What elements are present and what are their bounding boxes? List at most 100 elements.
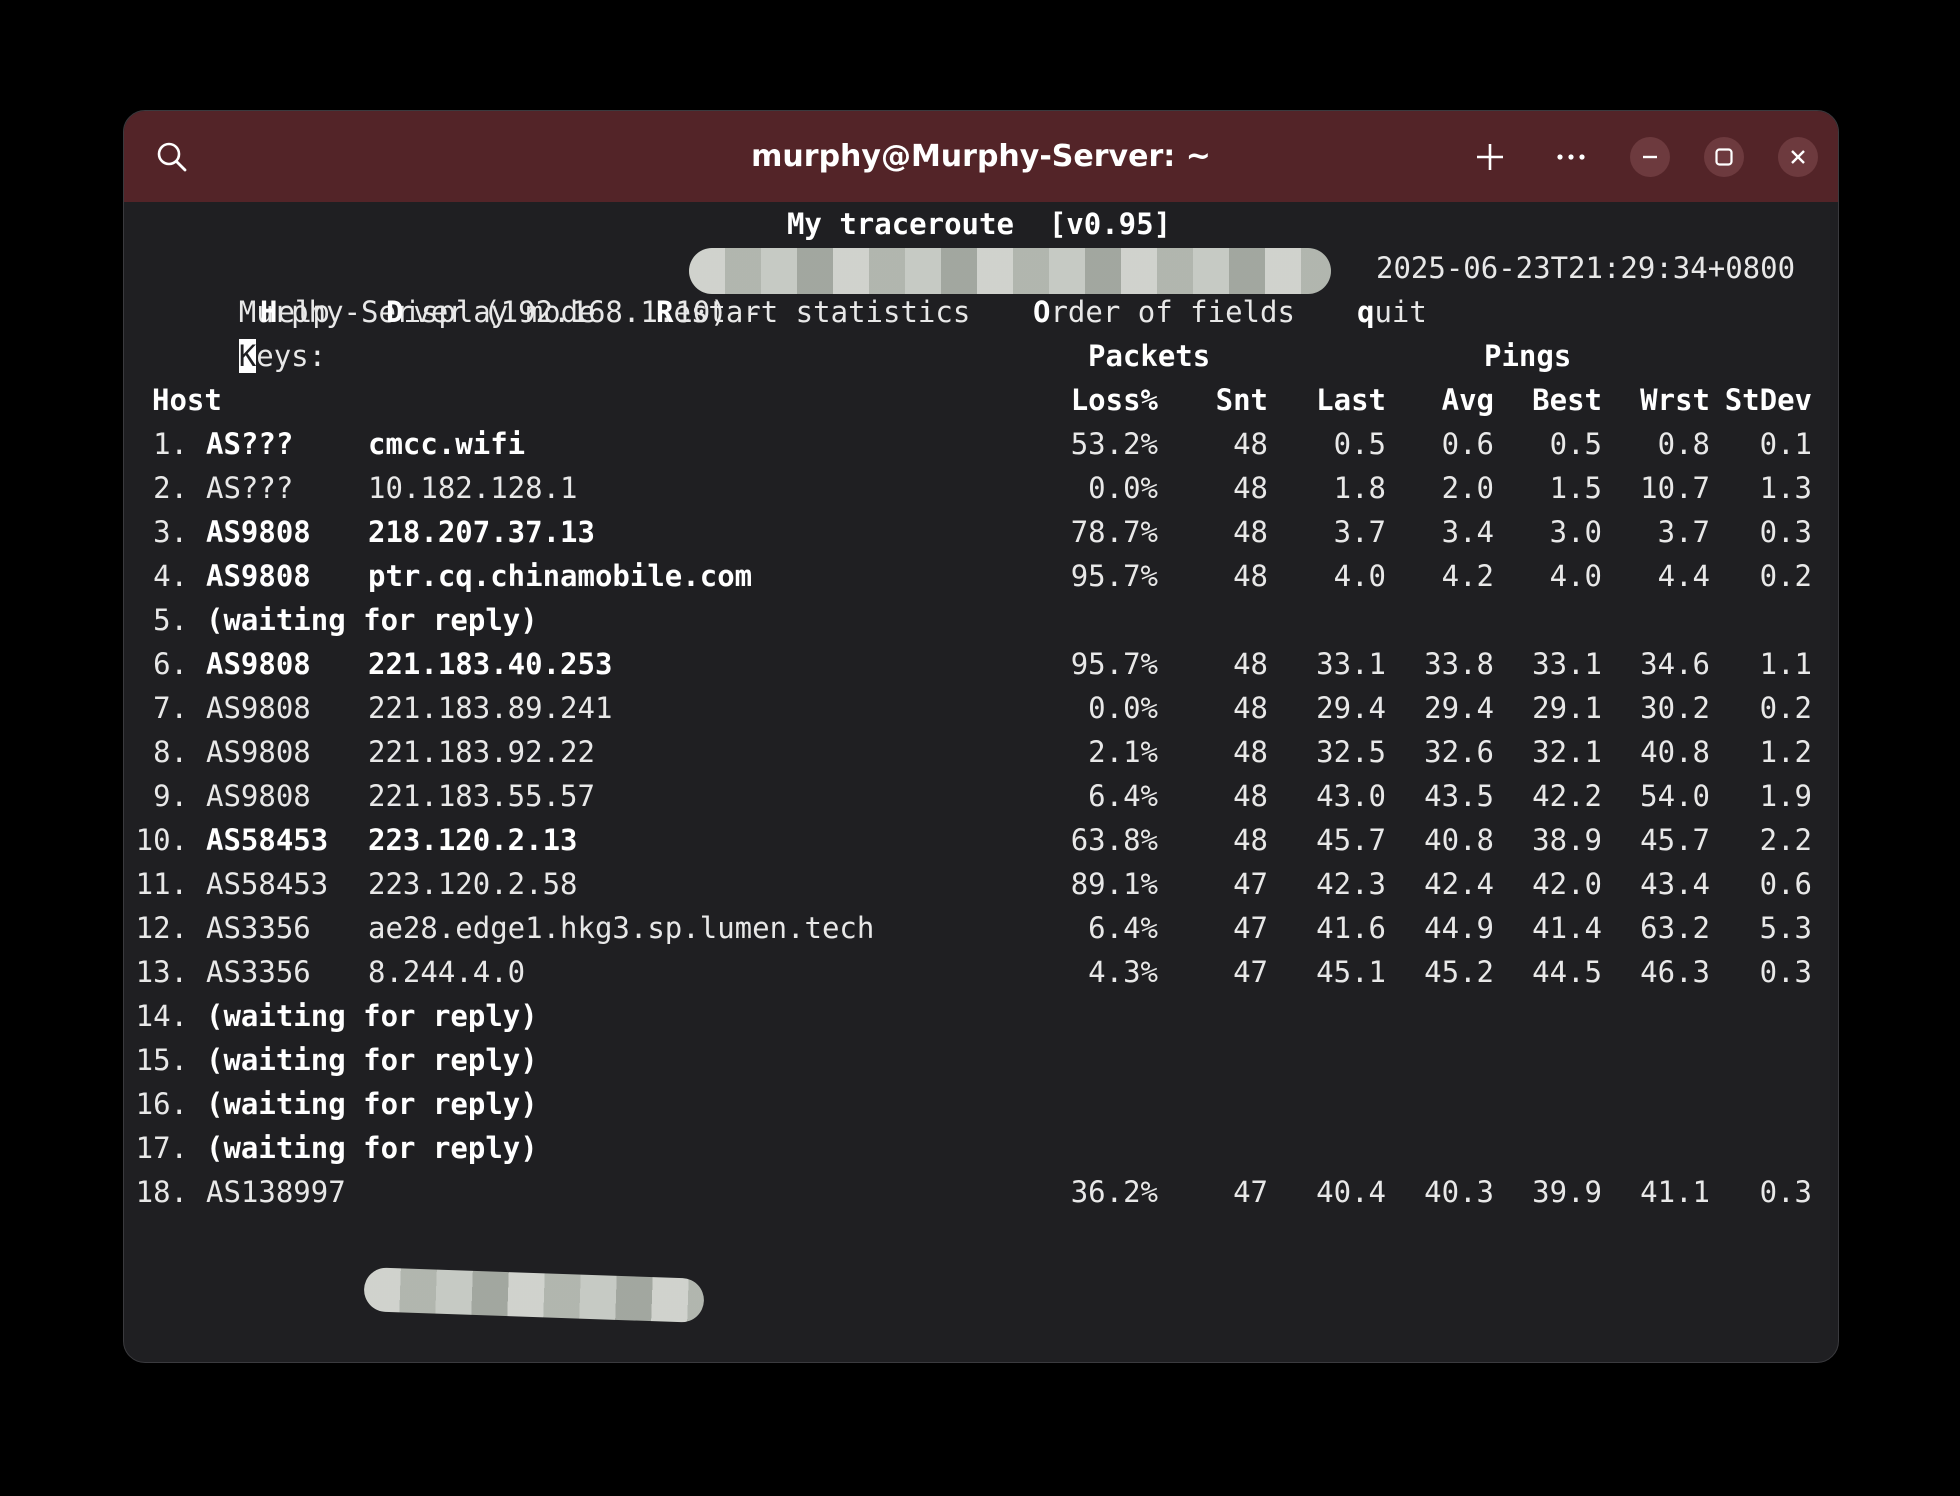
- hop-avg: 3.4: [1441, 515, 1494, 549]
- hop-stdev: 0.3: [1759, 515, 1812, 549]
- hop-stdev: 0.1: [1759, 427, 1812, 461]
- hop-wrst: 30.2: [1640, 691, 1710, 725]
- key-restart-statistics[interactable]: Restart statistics: [656, 290, 970, 334]
- hop-last: 42.3: [1316, 867, 1386, 901]
- hop-stdev: 0.3: [1759, 955, 1812, 989]
- hop-avg: 45.2: [1424, 955, 1494, 989]
- waiting-reply: (waiting for reply): [206, 999, 538, 1033]
- table-row: 14. (waiting for reply): [134, 994, 1834, 1038]
- hop-number: 5.: [153, 603, 188, 637]
- hop-number: 1.: [153, 427, 188, 461]
- hop-number: 9.: [153, 779, 188, 813]
- hop-last: 33.1: [1316, 647, 1386, 681]
- hop-best: 33.1: [1532, 647, 1602, 681]
- search-icon[interactable]: [142, 111, 202, 202]
- col-snt: Snt: [1215, 383, 1268, 417]
- hop-loss: 53.2%: [1070, 427, 1158, 461]
- hop-loss: 0.0%: [1088, 471, 1158, 505]
- plus-icon[interactable]: [1460, 111, 1520, 202]
- hop-loss: 95.7%: [1070, 647, 1158, 681]
- hop-stdev: 1.1: [1759, 647, 1812, 681]
- hop-snt: 48: [1233, 779, 1268, 813]
- key-quit[interactable]: quit: [1357, 290, 1427, 334]
- hop-wrst: 4.4: [1657, 559, 1710, 593]
- table-row: 10. AS58453 223.120.2.13 63.8% 48 45.7 40.8 38.…: [134, 818, 1834, 862]
- hop-avg: 44.9: [1424, 911, 1494, 945]
- hop-last: 0.5: [1333, 427, 1386, 461]
- timestamp: 2025-06-23T21:29:34+0800: [1376, 251, 1796, 285]
- maximize-icon[interactable]: [1694, 111, 1754, 202]
- close-icon[interactable]: [1768, 111, 1828, 202]
- table-row: 13. AS3356 8.244.4.0 4.3% 47 45.1 45.2 44.5 46.3…: [134, 950, 1834, 994]
- hop-avg: 0.6: [1441, 427, 1494, 461]
- hop-number: 6.: [153, 647, 188, 681]
- hop-avg: 4.2: [1441, 559, 1494, 593]
- hop-last: 1.8: [1333, 471, 1386, 505]
- hop-number: 13.: [135, 955, 188, 989]
- table-row: 1. AS??? cmcc.wifi 53.2% 48 0.5 0.6 0.5 0.8 0.1: [134, 422, 1834, 466]
- hop-asn: AS9808: [206, 515, 311, 549]
- more-icon[interactable]: [1541, 111, 1601, 202]
- hop-number: 17.: [135, 1131, 188, 1165]
- hop-asn: AS3356: [206, 955, 311, 989]
- table-row: 17. (waiting for reply): [134, 1126, 1834, 1170]
- hop-stdev: 0.2: [1759, 559, 1812, 593]
- col-stdev: StDev: [1724, 383, 1812, 417]
- hop-host: 221.183.55.57: [368, 779, 595, 813]
- hop-wrst: 41.1: [1640, 1175, 1710, 1209]
- key-help[interactable]: Help: [260, 290, 330, 334]
- group-packets: Packets: [1088, 339, 1211, 373]
- hop-number: 12.: [135, 911, 188, 945]
- table-row: 6. AS9808 221.183.40.253 95.7% 48 33.1 33.8 33.…: [134, 642, 1834, 686]
- hop-number: 2.: [153, 471, 188, 505]
- hop-snt: 48: [1233, 823, 1268, 857]
- hop-wrst: 45.7: [1640, 823, 1710, 857]
- table-row: 15. (waiting for reply): [134, 1038, 1834, 1082]
- table-row: 18. AS138997 36.2% 47 40.4 40.3 39.9 41.1 0.3: [134, 1170, 1834, 1214]
- hop-avg: 29.4: [1424, 691, 1494, 725]
- hop-number: 10.: [135, 823, 188, 857]
- col-best: Best: [1532, 383, 1602, 417]
- hop-host: ae28.edge1.hkg3.sp.lumen.tech: [368, 911, 875, 945]
- hop-wrst: 43.4: [1640, 867, 1710, 901]
- key-display-mode[interactable]: Display mode: [386, 290, 596, 334]
- hop-avg: 43.5: [1424, 779, 1494, 813]
- hop-loss: 89.1%: [1070, 867, 1158, 901]
- terminal-content[interactable]: My traceroute [v0.95] Murphy-Server (192…: [134, 202, 1838, 1362]
- hop-number: 4.: [153, 559, 188, 593]
- hop-number: 11.: [135, 867, 188, 901]
- hop-best: 32.1: [1532, 735, 1602, 769]
- hop-avg: 40.3: [1424, 1175, 1494, 1209]
- hop-number: 15.: [135, 1043, 188, 1077]
- hop-host: 218.207.37.13: [368, 515, 595, 549]
- table-row: 3. AS9808 218.207.37.13 78.7% 48 3.7 3.4 3.0 3.7…: [134, 510, 1834, 554]
- hop-avg: 2.0: [1441, 471, 1494, 505]
- table-row: 9. AS9808 221.183.55.57 6.4% 48 43.0 43.5 42.2 5…: [134, 774, 1834, 818]
- key-order-of-fields[interactable]: Order of fields: [1033, 290, 1295, 334]
- hop-best: 3.0: [1549, 515, 1602, 549]
- hop-snt: 47: [1233, 955, 1268, 989]
- column-headers: Host Loss% Snt Last Avg Best Wrst StDev: [134, 378, 1834, 422]
- hop-asn: AS58453: [206, 867, 329, 901]
- hop-best: 44.5: [1532, 955, 1602, 989]
- hop-stdev: 1.2: [1759, 735, 1812, 769]
- hop-snt: 48: [1233, 647, 1268, 681]
- hop-number: 14.: [135, 999, 188, 1033]
- hop-avg: 32.6: [1424, 735, 1494, 769]
- hop-host: 221.183.40.253: [368, 647, 613, 681]
- hop-stdev: 2.2: [1759, 823, 1812, 857]
- hop-snt: 48: [1233, 559, 1268, 593]
- hop-wrst: 10.7: [1640, 471, 1710, 505]
- hop-asn: AS9808: [206, 691, 311, 725]
- waiting-reply: (waiting for reply): [206, 603, 538, 637]
- minimize-icon[interactable]: [1620, 111, 1680, 202]
- hop-last: 43.0: [1316, 779, 1386, 813]
- col-loss: Loss%: [1070, 383, 1158, 417]
- table-row: 7. AS9808 221.183.89.241 0.0% 48 29.4 29.4 29.1…: [134, 686, 1834, 730]
- hop-snt: 48: [1233, 515, 1268, 549]
- hop-loss: 6.4%: [1088, 779, 1158, 813]
- hop-asn: AS9808: [206, 647, 311, 681]
- hop-best: 42.2: [1532, 779, 1602, 813]
- waiting-reply: (waiting for reply): [206, 1131, 538, 1165]
- group-pings: Pings: [1484, 339, 1572, 373]
